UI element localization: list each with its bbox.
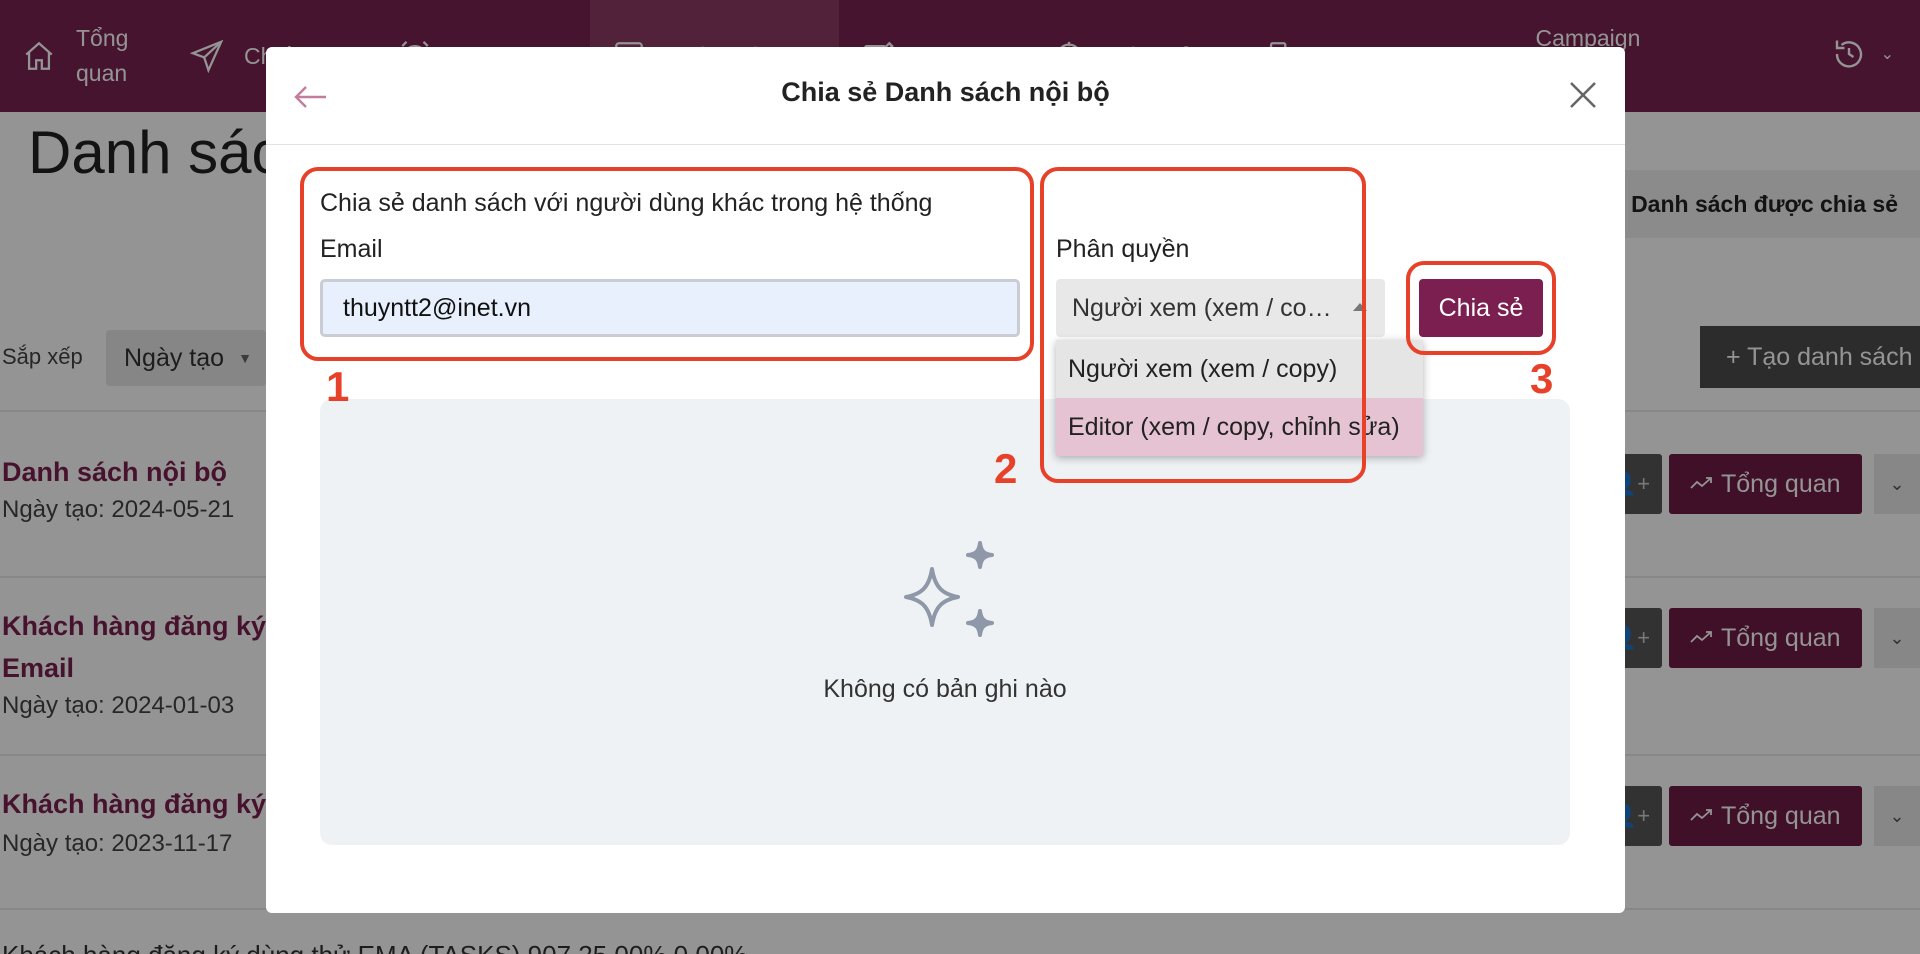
empty-state-text: Không có bản ghi nào <box>823 675 1067 703</box>
annotation-box-2 <box>1040 167 1366 483</box>
annotation-number-2: 2 <box>994 445 1018 492</box>
annotation-number-1: 1 <box>326 363 350 410</box>
sparkles-icon <box>904 541 994 637</box>
modal-header: Chia sẻ Danh sách nội bộ <box>266 47 1625 145</box>
modal-title: Chia sẻ Danh sách nội bộ <box>781 77 1110 107</box>
shared-users-empty-state: Không có bản ghi nào <box>320 399 1570 845</box>
share-list-modal: Chia sẻ Danh sách nội bộ Chia sẻ danh sá… <box>266 47 1625 913</box>
annotation-box-3 <box>1406 261 1556 355</box>
annotation-box-1 <box>300 167 1034 361</box>
close-icon[interactable] <box>1565 77 1601 113</box>
annotation-number-3: 3 <box>1530 355 1554 402</box>
